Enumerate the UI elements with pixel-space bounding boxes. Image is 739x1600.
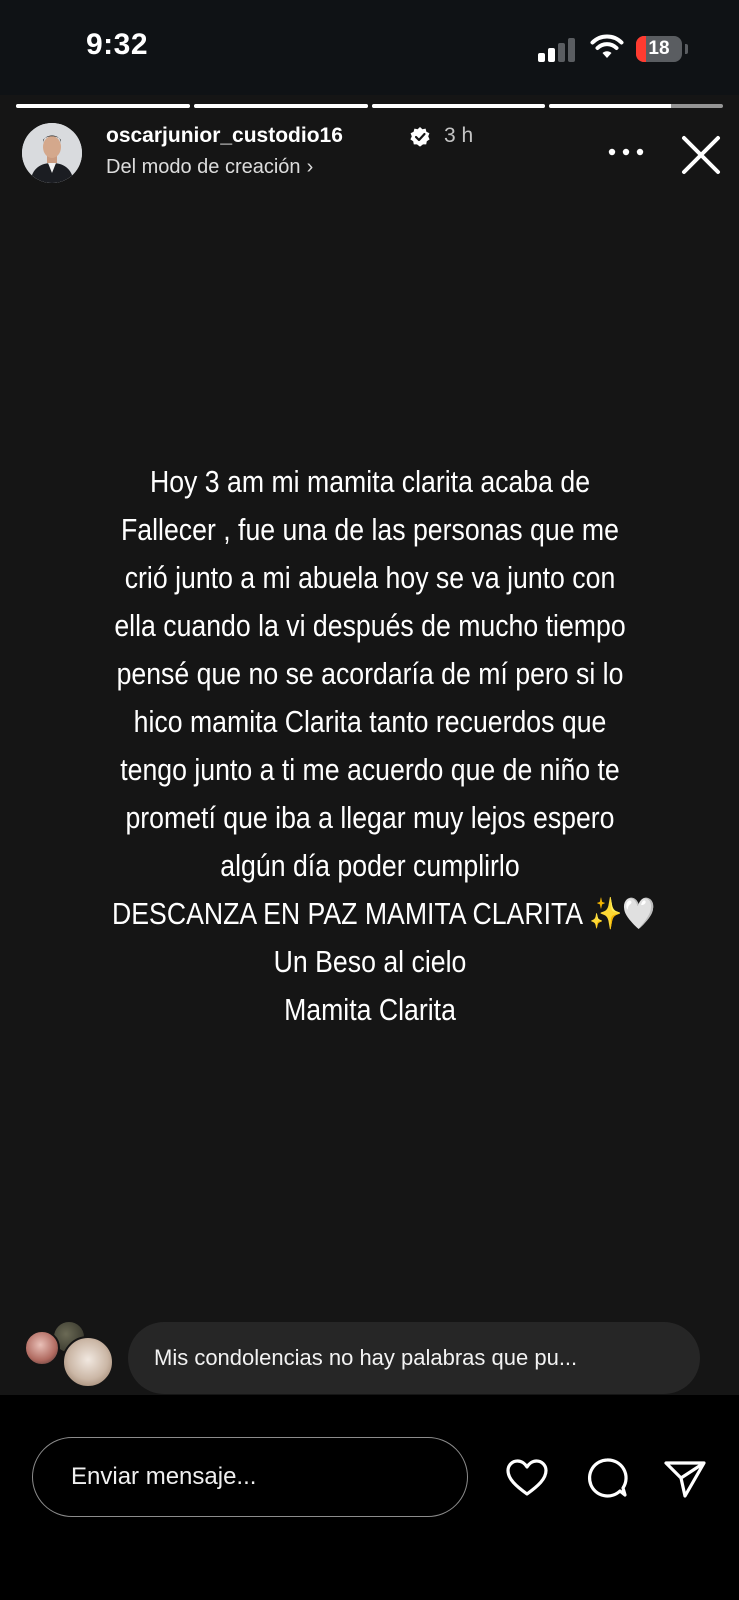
chevron-right-icon: › bbox=[306, 156, 314, 178]
progress-segment bbox=[193, 104, 368, 108]
story-text-line: Un Beso al cielo bbox=[273, 944, 467, 979]
verified-badge-icon bbox=[410, 127, 430, 147]
heart-icon[interactable] bbox=[504, 1455, 550, 1501]
story-text-line: tengo junto a ti me acuerdo que de niño … bbox=[120, 752, 620, 787]
story-text-line: hico mamita Clarita tanto recuerdos que bbox=[133, 704, 607, 739]
wifi-icon bbox=[590, 34, 624, 58]
close-icon[interactable] bbox=[680, 134, 722, 176]
more-options-icon[interactable] bbox=[606, 140, 646, 164]
send-icon[interactable] bbox=[662, 1455, 708, 1501]
status-bar: 9:32 18 bbox=[0, 0, 739, 95]
story-text-line: crió junto a mi abuela hoy se va junto c… bbox=[124, 560, 616, 595]
story-text-line: pensé que no se acordaría de mí pero si … bbox=[116, 656, 624, 691]
reply-avatar bbox=[62, 1336, 114, 1388]
status-time: 9:32 bbox=[86, 28, 149, 61]
story-text-line: ella cuando la vi después de mucho tiemp… bbox=[114, 608, 626, 643]
author-username[interactable]: oscarjunior_custodio16 bbox=[106, 124, 343, 148]
creation-mode-link[interactable]: Del modo de creación › bbox=[106, 156, 313, 179]
author-avatar[interactable] bbox=[22, 123, 82, 183]
progress-segment-current bbox=[549, 104, 723, 108]
story-text-line: DESCANZA EN PAZ MAMITA CLARITA ✨🤍 bbox=[112, 896, 656, 931]
reply-preview-bubble[interactable]: Mis condolencias no hay palabras que pu.… bbox=[128, 1322, 700, 1394]
battery-level: 18 bbox=[648, 38, 670, 59]
progress-segment bbox=[371, 104, 546, 108]
cellular-signal-icon bbox=[538, 36, 578, 62]
avatar-photo-icon bbox=[22, 123, 82, 183]
story-text-line: Hoy 3 am mi mamita clarita acaba de bbox=[149, 464, 591, 499]
battery-icon: 18 bbox=[636, 36, 688, 62]
story-time-ago: 3 h bbox=[444, 124, 474, 147]
progress-segment bbox=[16, 104, 190, 108]
story-text: Hoy 3 am mi mamita clarita acaba de Fall… bbox=[112, 458, 656, 1034]
reply-avatars[interactable] bbox=[24, 1320, 124, 1400]
creation-mode-label: Del modo de creación bbox=[106, 156, 301, 178]
story-text-line: prometí que iba a llegar muy lejos esper… bbox=[125, 800, 615, 835]
story-text-line: algún día poder cumplirlo bbox=[220, 848, 520, 883]
story-text-line: Mamita Clarita bbox=[284, 992, 456, 1027]
story-progress-bar bbox=[16, 104, 723, 108]
send-message-input[interactable] bbox=[32, 1437, 468, 1517]
comment-icon[interactable] bbox=[584, 1455, 630, 1501]
story-text-line: Fallecer , fue una de las personas que m… bbox=[121, 512, 619, 547]
reply-avatar bbox=[24, 1330, 60, 1366]
